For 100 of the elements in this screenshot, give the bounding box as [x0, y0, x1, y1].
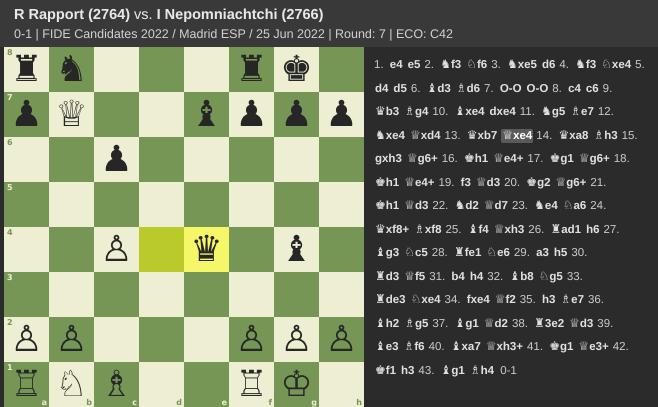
move[interactable]: ♕e4+	[403, 176, 436, 190]
move[interactable]: O-O	[498, 82, 523, 96]
move[interactable]: ♜de3	[374, 293, 407, 307]
move[interactable]: ♘xe4	[600, 58, 632, 72]
board-square[interactable]	[184, 317, 229, 362]
board-square[interactable]	[94, 182, 139, 227]
chess-piece[interactable]: ♙	[55, 320, 88, 360]
board-square[interactable]	[184, 272, 229, 317]
move[interactable]: ♞e4	[533, 199, 559, 213]
board-square[interactable]	[319, 47, 364, 92]
board-square[interactable]: ♙	[229, 317, 274, 362]
board-square[interactable]: ♟	[229, 92, 274, 137]
board-square[interactable]: ♜	[229, 47, 274, 92]
board-square[interactable]	[139, 47, 184, 92]
move[interactable]: ♗xf8	[413, 222, 442, 236]
chess-piece[interactable]: ♟	[280, 94, 313, 134]
move[interactable]: ♝g1	[440, 364, 466, 378]
board-square[interactable]	[94, 47, 139, 92]
board-square[interactable]: ♟	[319, 92, 364, 137]
chess-piece[interactable]: ♙	[235, 320, 268, 360]
chess-piece[interactable]: ♟	[100, 140, 133, 180]
move[interactable]: ♞d2	[454, 199, 480, 213]
chess-piece[interactable]: ♟	[325, 94, 358, 134]
board-square[interactable]: ♙	[49, 317, 94, 362]
board-square[interactable]	[139, 92, 184, 137]
move[interactable]: ♕xd4	[408, 128, 442, 142]
move[interactable]: h6	[585, 222, 601, 236]
move[interactable]: ♜ad1	[550, 222, 582, 236]
board-square[interactable]: ♛	[184, 227, 229, 272]
chess-piece[interactable]: ♟	[235, 94, 268, 134]
move[interactable]: ♗h3	[592, 128, 619, 142]
board-square[interactable]	[274, 182, 319, 227]
chess-piece[interactable]: ♕	[55, 94, 88, 134]
board-square[interactable]	[274, 272, 319, 317]
chess-piece[interactable]: ♞	[55, 50, 88, 90]
move[interactable]: ♛xf8+	[374, 222, 410, 236]
chess-piece[interactable]: ♔	[280, 364, 313, 404]
board-square[interactable]	[319, 227, 364, 272]
move[interactable]: ♕d3	[568, 316, 594, 330]
move[interactable]: ♜3e2	[533, 316, 566, 330]
move[interactable]: O-O	[526, 82, 550, 96]
move[interactable]: ♘a6	[562, 199, 588, 213]
board-square[interactable]	[319, 182, 364, 227]
board-square[interactable]	[49, 182, 94, 227]
move[interactable]: ♝g1	[454, 316, 480, 330]
move[interactable]: ♕f5	[403, 270, 426, 284]
board-square[interactable]	[94, 92, 139, 137]
move[interactable]: a3	[535, 246, 550, 260]
move[interactable]: ♞f3	[574, 58, 598, 72]
move[interactable]: ♛xa8	[558, 128, 590, 142]
chess-piece[interactable]: ♗	[100, 364, 133, 404]
move[interactable]: ♘c5	[403, 246, 429, 260]
move[interactable]: ♕xh3	[492, 222, 526, 236]
board-square[interactable]: ♙	[274, 317, 319, 362]
move[interactable]: dxe4	[488, 105, 517, 119]
move[interactable]: ♚f1	[374, 364, 397, 378]
move[interactable]: ♕e3+	[577, 340, 610, 354]
move[interactable]: ♞g5	[540, 105, 566, 119]
move[interactable]: ♚h1	[462, 152, 490, 166]
move[interactable]: ♕d3	[403, 199, 430, 213]
chess-piece[interactable]: ♜	[235, 50, 268, 90]
board-square[interactable]: ♟	[274, 92, 319, 137]
move[interactable]: c4	[567, 82, 582, 96]
move[interactable]: fxe4	[466, 293, 491, 307]
move[interactable]: ♕e4+	[492, 152, 524, 166]
move[interactable]: ♗h4	[468, 364, 495, 378]
board-square[interactable]: ♞	[49, 47, 94, 92]
move[interactable]: ♚g1	[548, 340, 574, 354]
board-square[interactable]	[139, 317, 184, 362]
move[interactable]: e5	[406, 58, 422, 72]
move[interactable]: ♞xe5	[506, 58, 538, 72]
move[interactable]: ♕d7	[482, 199, 509, 213]
board-square[interactable]	[49, 227, 94, 272]
board-square[interactable]	[94, 317, 139, 362]
board-square[interactable]: ♟	[94, 137, 139, 182]
chess-piece[interactable]: ♝	[280, 230, 313, 270]
chess-piece[interactable]: ♝	[190, 94, 223, 134]
chess-piece[interactable]: ♛	[190, 230, 223, 270]
board-square[interactable]	[184, 47, 229, 92]
board-square[interactable]	[184, 182, 229, 227]
chess-piece[interactable]: ♙	[325, 320, 358, 360]
move[interactable]: d4	[374, 82, 390, 96]
chess-piece[interactable]: ♙	[280, 320, 313, 360]
move[interactable]: ♜fe1	[452, 246, 482, 260]
move[interactable]: h5	[552, 246, 568, 260]
board-square[interactable]	[139, 137, 184, 182]
move[interactable]: ♕f2	[494, 293, 517, 307]
move[interactable]: h3	[540, 293, 556, 307]
board-square[interactable]	[49, 137, 94, 182]
board-square[interactable]: ♝	[274, 227, 319, 272]
move[interactable]: ♗g5	[403, 316, 430, 330]
move[interactable]: h4	[468, 270, 484, 284]
move[interactable]: ♞xe4	[374, 128, 406, 142]
move[interactable]: ♗d6	[454, 82, 482, 96]
board-square[interactable]: ♙	[319, 317, 364, 362]
board-square[interactable]	[229, 182, 274, 227]
move[interactable]: ♝g3	[374, 246, 400, 260]
board-square[interactable]	[229, 272, 274, 317]
move[interactable]: ♝xe4	[454, 105, 486, 119]
board-square[interactable]	[319, 137, 364, 182]
